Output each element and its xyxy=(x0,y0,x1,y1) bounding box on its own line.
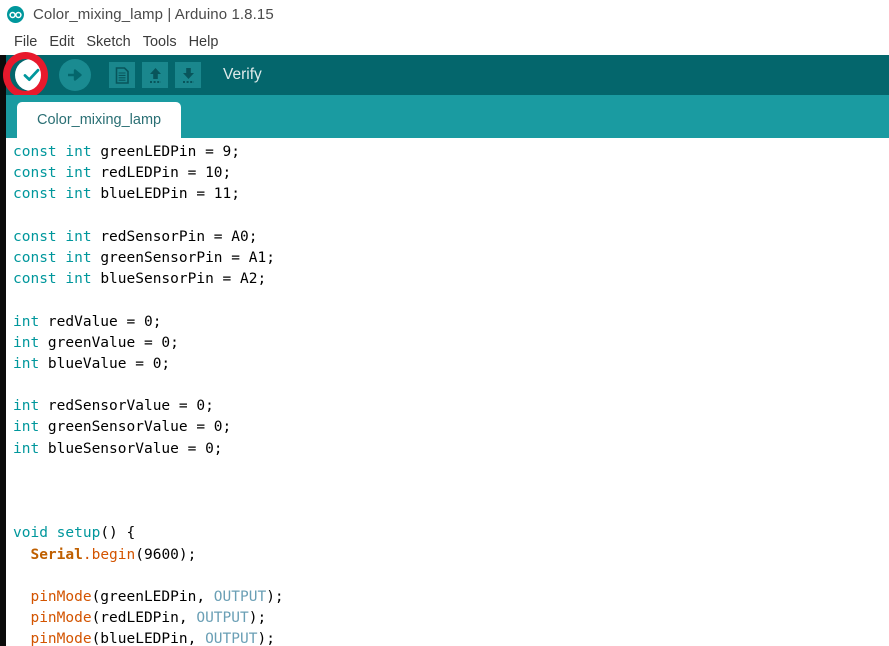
menu-item-help[interactable]: Help xyxy=(183,34,225,50)
menu-item-edit[interactable]: Edit xyxy=(43,34,80,50)
tab-color-mixing-lamp[interactable]: Color_mixing_lamp xyxy=(17,102,182,138)
code-line: void setup() { xyxy=(13,525,136,542)
code-line: const int redLEDPin = 10; xyxy=(13,165,232,182)
code-line: pinMode(greenLEDPin, OUTPUT); xyxy=(30,588,284,605)
code-line: const int blueSensorPin = A2; xyxy=(13,271,267,288)
save-sketch-button[interactable] xyxy=(175,62,201,88)
arrow-down-save-icon xyxy=(175,62,201,88)
code-line: const int blueLEDPin = 11; xyxy=(13,186,240,203)
code-line: Serial.begin(9600); xyxy=(30,546,197,563)
code-line: pinMode(blueLEDPin, OUTPUT); xyxy=(30,631,275,646)
code-editor[interactable]: const int greenLEDPin = 9; const int redL… xyxy=(12,138,889,646)
tab-label: Color_mixing_lamp xyxy=(37,112,162,128)
arrow-up-open-icon xyxy=(142,62,168,88)
code-line: int greenSensorValue = 0; xyxy=(13,419,232,436)
new-sketch-button[interactable] xyxy=(109,62,135,88)
tab-strip: Color_mixing_lamp xyxy=(6,95,889,138)
window-left-border xyxy=(0,55,6,646)
code-line: int blueSensorValue = 0; xyxy=(13,440,223,457)
arrow-right-icon xyxy=(59,59,91,91)
code-line: const int redSensorPin = A0; xyxy=(13,228,258,245)
menu-item-file[interactable]: File xyxy=(8,34,43,50)
arduino-infinity-icon xyxy=(7,6,24,23)
upload-button[interactable] xyxy=(47,59,91,91)
toolbar: Verify xyxy=(6,55,889,95)
code-line: pinMode(redLEDPin, OUTPUT); xyxy=(30,610,267,627)
title-bar: Color_mixing_lamp | Arduino 1.8.15 xyxy=(0,0,889,29)
menu-item-tools[interactable]: Tools xyxy=(137,34,183,50)
code-line: int redValue = 0; xyxy=(13,313,162,330)
verify-button[interactable] xyxy=(6,59,47,91)
menu-item-sketch[interactable]: Sketch xyxy=(80,34,136,50)
code-line: int redSensorValue = 0; xyxy=(13,398,214,415)
code-line: const int greenLEDPin = 9; xyxy=(13,144,240,160)
verify-tooltip-label: Verify xyxy=(223,66,262,83)
code-line: int greenValue = 0; xyxy=(13,334,179,351)
window-title: Color_mixing_lamp | Arduino 1.8.15 xyxy=(33,6,274,23)
code-line: const int greenSensorPin = A1; xyxy=(13,249,275,266)
new-document-icon xyxy=(109,62,135,88)
menu-bar: File Edit Sketch Tools Help xyxy=(0,29,889,55)
open-sketch-button[interactable] xyxy=(142,62,168,88)
code-line: int blueValue = 0; xyxy=(13,355,171,372)
checkmark-icon xyxy=(15,59,47,91)
